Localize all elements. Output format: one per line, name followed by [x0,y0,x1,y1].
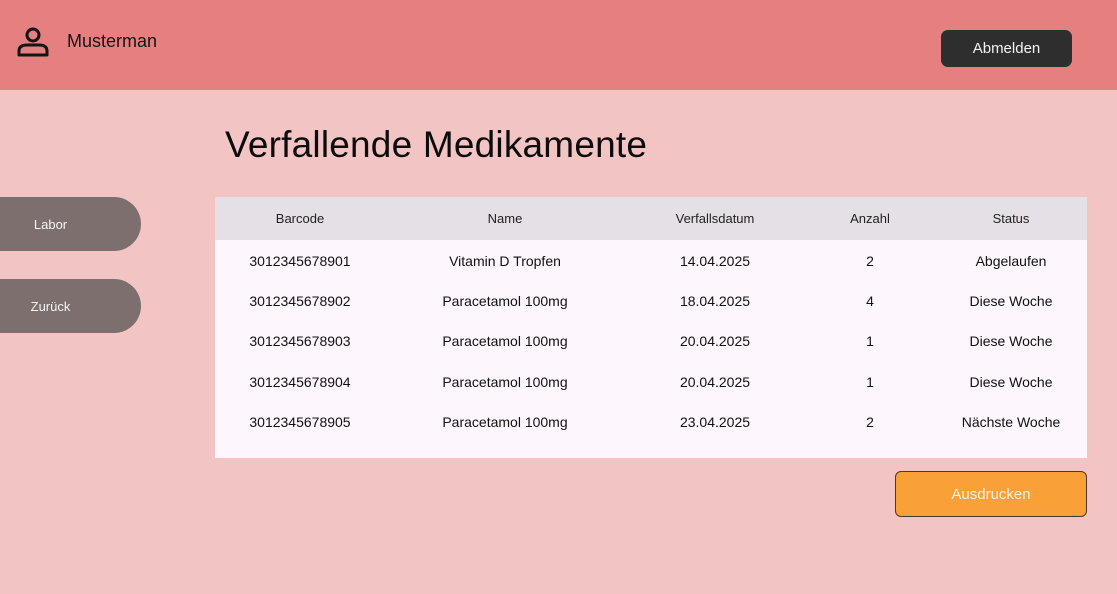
column-header-expiry-date[interactable]: Verfallsdatum [625,197,805,240]
sidebar-item-labor[interactable]: Labor [0,197,141,251]
cell-expiry-date: 14.04.2025 [679,253,751,270]
column-header-name[interactable]: Name [385,197,625,240]
table-row[interactable]: 3012345678904 Paracetamol 100mg 20.04.20… [215,362,1087,403]
cell-barcode: 3012345678903 [249,333,351,350]
cell-name: Paracetamol 100mg [442,292,568,309]
cell-expiry-date: 20.04.2025 [679,333,751,350]
column-header-status[interactable]: Status [935,197,1087,240]
cell-status: Diese Woche [969,292,1053,309]
column-header-barcode[interactable]: Barcode [215,197,385,240]
sidebar-item-back[interactable]: Zurück [0,279,141,333]
cell-expiry-date: 20.04.2025 [679,373,751,390]
cell-name: Vitamin D Tropfen [449,253,561,270]
print-button[interactable]: Ausdrucken [895,471,1087,517]
cell-name: Paracetamol 100mg [442,333,568,350]
table-row[interactable]: 3012345678903 Paracetamol 100mg 20.04.20… [215,321,1087,362]
cell-expiry-date: 18.04.2025 [679,292,751,309]
cell-name: Paracetamol 100mg [442,373,568,390]
user-icon [17,27,49,57]
cell-barcode: 3012345678905 [249,414,351,431]
cell-quantity: 4 [866,292,874,309]
top-bar: Musterman Abmelden [0,0,1117,90]
table-row[interactable]: 3012345678905 Paracetamol 100mg 23.04.20… [215,402,1087,443]
cell-name: Paracetamol 100mg [442,414,568,431]
table-row[interactable]: 3012345678902 Paracetamol 100mg 18.04.20… [215,281,1087,322]
cell-quantity: 1 [866,333,874,350]
cell-quantity: 2 [866,253,874,270]
cell-status: Nächste Woche [961,414,1061,431]
cell-status: Abgelaufen [975,253,1047,270]
cell-barcode: 3012345678901 [249,253,351,270]
cell-quantity: 1 [866,373,874,390]
table-header-row: Barcode Name Verfallsdatum Anzahl Status [215,197,1087,240]
page-title: Verfallende Medikamente [225,124,648,165]
cell-status: Diese Woche [969,333,1053,350]
cell-quantity: 2 [866,414,874,431]
column-header-quantity[interactable]: Anzahl [805,197,935,240]
cell-expiry-date: 23.04.2025 [679,414,751,431]
cell-status: Diese Woche [969,373,1053,390]
medication-table: Barcode Name Verfallsdatum Anzahl Status… [215,197,1087,458]
logout-button[interactable]: Abmelden [941,30,1072,67]
cell-barcode: 3012345678902 [249,292,351,309]
cell-barcode: 3012345678904 [249,373,351,390]
table-row[interactable]: 3012345678901 Vitamin D Tropfen 14.04.20… [215,240,1087,281]
user-name: Musterman [67,31,158,51]
